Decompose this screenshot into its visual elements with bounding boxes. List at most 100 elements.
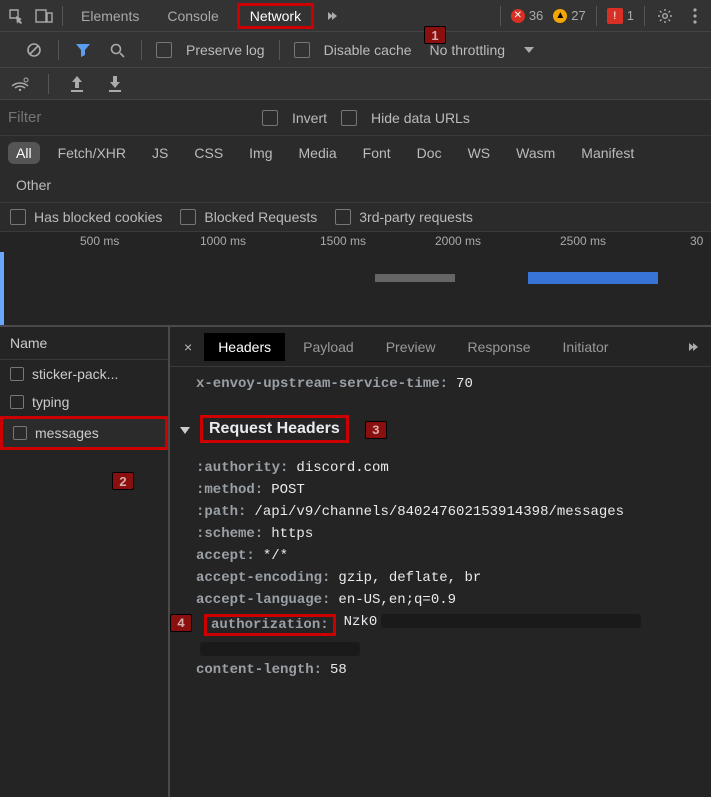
header-row: x-envoy-upstream-service-time: 70 [180, 373, 711, 395]
type-chip-other[interactable]: Other [8, 174, 59, 196]
request-name: typing [32, 394, 69, 410]
request-name: messages [35, 425, 99, 441]
header-row: content-length:58 [180, 659, 711, 681]
header-row: accept-encoding:gzip, deflate, br [180, 567, 711, 589]
warning-count-value: 27 [571, 8, 585, 23]
detail-tab-preview[interactable]: Preview [372, 333, 450, 361]
timeline-tick: 500 ms [80, 234, 119, 248]
tab-elements[interactable]: Elements [71, 4, 149, 28]
download-icon[interactable] [105, 74, 125, 94]
column-header-name[interactable]: Name [0, 327, 168, 360]
network-conditions-icon[interactable] [10, 74, 30, 94]
timeline-tick: 1000 ms [200, 234, 246, 248]
more-tabs-chevron-icon[interactable] [322, 6, 342, 26]
gear-icon[interactable] [655, 6, 675, 26]
invert-checkbox[interactable] [262, 110, 278, 126]
device-toggle-icon[interactable] [34, 6, 54, 26]
annotation-4: 4 [170, 614, 192, 632]
issue-count-value: 1 [627, 8, 634, 23]
type-chip-wasm[interactable]: Wasm [508, 142, 563, 164]
type-chip-media[interactable]: Media [291, 142, 345, 164]
disable-cache-checkbox[interactable] [294, 42, 310, 58]
inspect-icon[interactable] [6, 6, 26, 26]
hide-data-urls-label: Hide data URLs [371, 110, 470, 126]
header-key: :method: [196, 482, 263, 498]
timeline[interactable]: 500 ms1000 ms1500 ms2000 ms2500 ms30 [0, 232, 711, 327]
request-name: sticker-pack... [32, 366, 118, 382]
annotation-3: 3 [365, 421, 387, 439]
kebab-icon[interactable] [685, 6, 705, 26]
request-headers-section[interactable]: Request Headers [200, 415, 349, 443]
timeline-tick: 1500 ms [320, 234, 366, 248]
divider [48, 74, 49, 94]
upload-icon[interactable] [67, 74, 87, 94]
tab-network[interactable]: Network [237, 3, 314, 29]
chevron-down-icon[interactable] [519, 40, 539, 60]
devtools-top-bar: Elements Console Network 1 ✕36 ▲27 !1 [0, 0, 711, 32]
divider [596, 6, 597, 26]
request-item[interactable]: messages [0, 416, 168, 450]
headers-body[interactable]: x-envoy-upstream-service-time: 70 Reques… [170, 367, 711, 797]
error-count-value: 36 [529, 8, 543, 23]
close-detail-icon[interactable]: × [176, 339, 200, 355]
network-toolbar-2 [0, 68, 711, 100]
request-detail: × HeadersPayloadPreviewResponseInitiator… [170, 327, 711, 797]
type-chip-all[interactable]: All [8, 142, 40, 164]
annotation-2: 2 [112, 472, 134, 490]
collapse-triangle-icon[interactable] [180, 427, 190, 434]
request-checkbox[interactable] [13, 426, 27, 440]
request-checkbox[interactable] [10, 395, 24, 409]
divider [500, 6, 501, 26]
header-value: en-US,en;q=0.9 [338, 592, 456, 608]
type-chip-css[interactable]: CSS [186, 142, 231, 164]
type-chip-font[interactable]: Font [355, 142, 399, 164]
blocked-requests-checkbox[interactable] [180, 209, 196, 225]
header-row: :authority:discord.com [180, 457, 711, 479]
request-item[interactable]: typing [0, 388, 168, 416]
warning-count[interactable]: ▲27 [553, 8, 585, 23]
hide-data-urls-checkbox[interactable] [341, 110, 357, 126]
header-value: /api/v9/channels/840247602153914398/mess… [254, 504, 624, 520]
type-chip-img[interactable]: Img [241, 142, 280, 164]
header-value: gzip, deflate, br [338, 570, 481, 586]
timeline-tick: 2000 ms [435, 234, 481, 248]
header-value: discord.com [296, 460, 388, 476]
issue-count[interactable]: !1 [607, 8, 634, 24]
tab-console[interactable]: Console [157, 4, 228, 28]
type-chip-manifest[interactable]: Manifest [573, 142, 642, 164]
header-key: authorization: [211, 617, 329, 633]
header-row: :path:/api/v9/channels/84024760215391439… [180, 501, 711, 523]
search-icon[interactable] [107, 40, 127, 60]
detail-tab-response[interactable]: Response [454, 333, 545, 361]
detail-tab-headers[interactable]: Headers [204, 333, 285, 361]
header-value: https [271, 526, 313, 542]
detail-tab-initiator[interactable]: Initiator [549, 333, 623, 361]
header-value: */* [263, 548, 288, 564]
clear-icon[interactable] [24, 40, 44, 60]
header-key: x-envoy-upstream-service-time: [196, 376, 448, 392]
more-tabs-chevron-icon[interactable] [683, 337, 703, 357]
header-value: 58 [330, 662, 347, 678]
has-blocked-cookies-checkbox[interactable] [10, 209, 26, 225]
detail-tab-payload[interactable]: Payload [289, 333, 368, 361]
type-chip-doc[interactable]: Doc [409, 142, 450, 164]
type-chip-fetchxhr[interactable]: Fetch/XHR [50, 142, 134, 164]
divider [644, 6, 645, 26]
error-count[interactable]: ✕36 [511, 8, 543, 23]
third-party-checkbox[interactable] [335, 209, 351, 225]
type-chip-js[interactable]: JS [144, 142, 176, 164]
invert-label: Invert [292, 110, 327, 126]
filter-bar: Invert Hide data URLs [0, 100, 711, 136]
request-checkbox[interactable] [10, 367, 24, 381]
type-chip-ws[interactable]: WS [460, 142, 499, 164]
preserve-log-checkbox[interactable] [156, 42, 172, 58]
divider [62, 6, 63, 26]
request-item[interactable]: sticker-pack... [0, 360, 168, 388]
filter-input[interactable] [8, 109, 248, 126]
header-key: accept: [196, 548, 255, 564]
main-split: Name sticker-pack... typing messages 2 × H… [0, 327, 711, 797]
header-key: :scheme: [196, 526, 263, 542]
divider [141, 40, 142, 60]
filter-checkrow: Has blocked cookies Blocked Requests 3rd… [0, 203, 711, 232]
filter-icon[interactable] [73, 40, 93, 60]
